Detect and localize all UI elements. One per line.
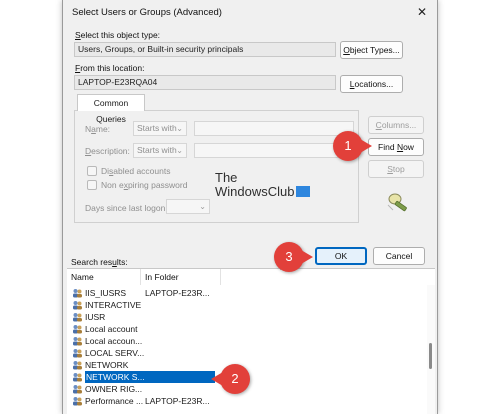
table-row[interactable]: IUSR — [67, 311, 427, 323]
row-folder: LAPTOP-E23R... — [145, 396, 210, 406]
ok-button[interactable]: OK — [315, 247, 367, 265]
row-name: OWNER RIG... — [85, 384, 143, 394]
column-header-in-folder[interactable]: In Folder — [141, 269, 221, 285]
locations-button[interactable]: Locations... — [340, 75, 403, 93]
description-query-label: Description: — [85, 146, 130, 156]
columns-button[interactable]: Columns... — [368, 116, 424, 134]
disabled-accounts-label: Disabled accounts — [101, 166, 171, 176]
watermark-logo: The WindowsClub — [215, 170, 311, 199]
object-type-label: Select this object type: — [75, 30, 161, 40]
chevron-down-icon: ⌄ — [199, 202, 206, 211]
disabled-accounts-checkbox[interactable] — [87, 166, 97, 176]
title-bar: Select Users or Groups (Advanced) ✕ — [63, 0, 437, 24]
days-since-logon-select[interactable]: ⌄ — [166, 199, 210, 214]
results-rows: IIS_IUSRS LAPTOP-E23R... INTERACTIVE IUSR Lo… — [67, 287, 427, 407]
name-query-input[interactable] — [194, 121, 354, 136]
table-row[interactable]: Local account — [67, 323, 427, 335]
row-name: Local account — [85, 324, 138, 334]
user-group-icon — [73, 397, 82, 406]
row-folder: LAPTOP-E23R... — [145, 288, 210, 298]
user-group-icon — [73, 325, 82, 334]
table-row[interactable]: IIS_IUSRS LAPTOP-E23R... — [67, 287, 427, 299]
non-expiring-password-label: Non expiring password — [101, 180, 188, 190]
callout-step-3: 3 — [274, 242, 313, 272]
row-name: IUSR — [85, 312, 106, 322]
row-name: NETWORK S... — [85, 371, 215, 383]
scrollbar-thumb[interactable] — [429, 343, 432, 369]
select-users-dialog: Select Users or Groups (Advanced) ✕ Sele… — [62, 0, 438, 414]
row-name: Performance ... — [85, 396, 144, 406]
location-label: From this location: — [75, 63, 145, 73]
stop-button[interactable]: Stop — [368, 160, 424, 178]
object-type-field: Users, Groups, or Built-in security prin… — [74, 42, 336, 57]
row-name: NETWORK — [85, 360, 129, 370]
table-row[interactable]: LOCAL SERV... — [67, 347, 427, 359]
name-mode-select[interactable]: Starts with ⌄ — [133, 121, 187, 136]
row-name: INTERACTIVE — [85, 300, 142, 310]
search-flashlight-icon — [387, 193, 407, 212]
table-row[interactable]: INTERACTIVE — [67, 299, 427, 311]
user-group-icon — [73, 313, 82, 322]
callout-step-2: 2 — [211, 364, 250, 394]
non-expiring-password-checkbox[interactable] — [87, 180, 97, 190]
dialog-title: Select Users or Groups (Advanced) — [72, 7, 222, 18]
search-results-list[interactable]: Name In Folder IIS_IUSRS LAPTOP-E23R... IN… — [67, 268, 435, 414]
user-group-icon — [73, 361, 82, 370]
watermark-box-icon — [296, 186, 311, 197]
description-mode-select[interactable]: Starts with ⌄ — [133, 143, 187, 158]
callout-step-1: 1 — [333, 131, 372, 161]
row-name: LOCAL SERV... — [85, 348, 145, 358]
row-name: Local accoun... — [85, 336, 143, 346]
days-since-logon-label: Days since last logon: — [85, 203, 168, 213]
row-name: IIS_IUSRS — [85, 288, 127, 298]
user-group-icon — [73, 337, 82, 346]
table-row[interactable]: Performance ... LAPTOP-E23R... — [67, 395, 427, 407]
user-group-icon — [73, 301, 82, 310]
tab-common-queries[interactable]: Common Queries — [77, 94, 145, 124]
chevron-down-icon: ⌄ — [176, 146, 183, 155]
object-types-button[interactable]: Object Types... — [340, 41, 403, 59]
user-group-icon — [73, 385, 82, 394]
cancel-button[interactable]: Cancel — [373, 247, 425, 265]
close-button[interactable]: ✕ — [411, 3, 433, 21]
find-now-button[interactable]: Find Now — [368, 138, 424, 156]
chevron-down-icon: ⌄ — [176, 124, 183, 133]
user-group-icon — [73, 349, 82, 358]
user-group-icon — [73, 373, 82, 382]
table-row[interactable]: Local accoun... — [67, 335, 427, 347]
description-query-input[interactable] — [194, 143, 354, 158]
user-group-icon — [73, 289, 82, 298]
watermark-line2: WindowsClub — [215, 185, 311, 199]
column-header-name[interactable]: Name — [67, 269, 141, 285]
search-results-label: Search results: — [71, 257, 128, 267]
results-scrollbar[interactable] — [427, 285, 435, 414]
location-field: LAPTOP-E23RQA04 — [74, 75, 336, 90]
watermark-line1: The — [215, 170, 238, 185]
